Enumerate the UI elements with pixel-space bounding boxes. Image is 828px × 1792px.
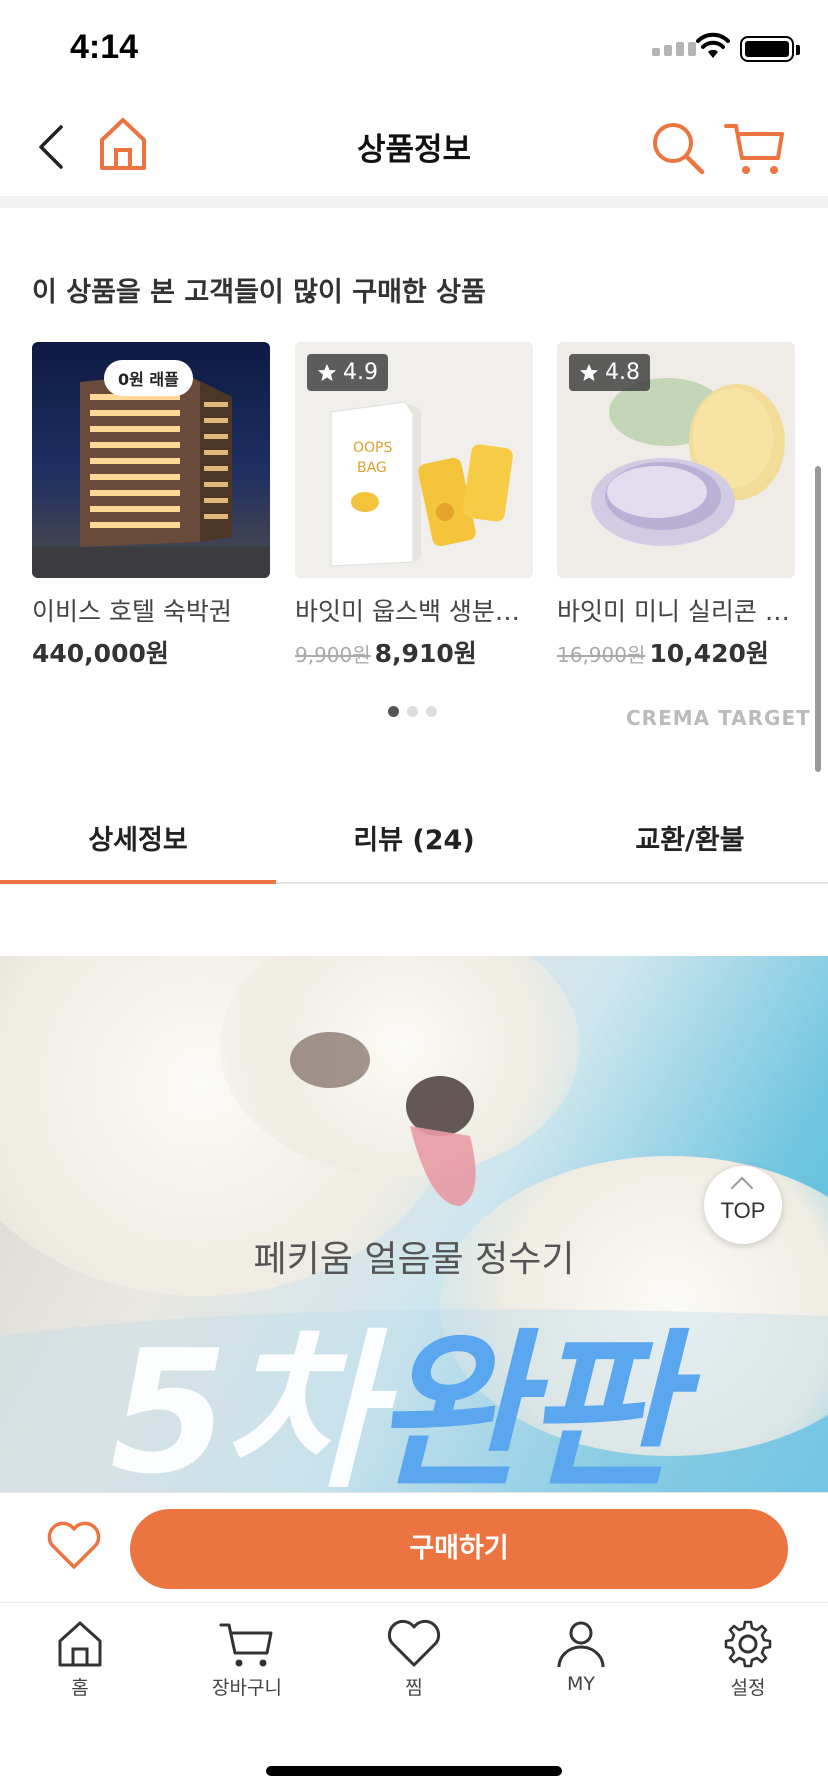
product-image-silicone-bowl[interactable]: 4.8: [557, 342, 795, 578]
star-icon: [580, 363, 598, 381]
scroll-top-label: TOP: [720, 1198, 766, 1223]
page-dot[interactable]: [426, 706, 437, 717]
page-dot[interactable]: [407, 706, 418, 717]
search-icon[interactable]: [650, 120, 706, 176]
price-row: 440,000원: [32, 634, 270, 670]
signal-icon: [652, 42, 696, 56]
detail-tabs: 상세정보 리뷰 (24) 교환/환불: [0, 800, 828, 884]
product-card[interactable]: 4.8 바잇미 미니 실리콘 … 16,900원 10,420원: [557, 342, 795, 670]
tabbar-label: 장바구니: [212, 1677, 282, 1699]
buy-button[interactable]: 구매하기: [130, 1509, 788, 1589]
recommend-heading: 이 상품을 본 고객들이 많이 구매한 상품: [32, 277, 486, 308]
product-price: 440,000원: [32, 639, 169, 668]
tabbar-item-home[interactable]: 홈: [20, 1619, 140, 1700]
home-indicator: [266, 1766, 562, 1776]
scrollbar[interactable]: [815, 466, 821, 772]
rating-value: 4.9: [343, 360, 378, 385]
product-image-poop-bag[interactable]: OOPS BAG 4.9: [295, 342, 533, 578]
tabbar-label: 찜: [405, 1677, 423, 1699]
heart-icon[interactable]: [46, 1519, 102, 1571]
scroll-top-button[interactable]: TOP: [704, 1166, 782, 1244]
product-name[interactable]: 바잇미 웁스백 생분…: [295, 592, 533, 628]
wifi-icon: [696, 32, 730, 58]
tab-detail[interactable]: 상세정보: [0, 800, 276, 884]
rating-badge: 4.9: [307, 354, 388, 391]
battery-icon: [740, 36, 800, 62]
price-row: 9,900원 8,910원: [295, 634, 533, 670]
tab-exchange-refund[interactable]: 교환/환불: [552, 800, 828, 882]
tabbar-item-cart[interactable]: 장바구니: [187, 1619, 307, 1700]
home-icon: [58, 1621, 102, 1667]
bottom-tabbar: 홈 장바구니 찜 MY 설정: [0, 1602, 828, 1792]
chevron-up-icon: [730, 1176, 754, 1200]
tabbar-item-settings[interactable]: 설정: [688, 1619, 808, 1700]
rating-value: 4.8: [605, 360, 640, 385]
raffle-badge: 0원 래플: [104, 360, 193, 396]
price-row: 16,900원 10,420원: [557, 634, 795, 670]
carousel-pagination[interactable]: [388, 706, 437, 717]
svg-text:OOPS: OOPS: [353, 440, 392, 456]
crema-target-logo: CREMA TARGET: [626, 706, 811, 730]
gear-icon: [724, 1620, 772, 1668]
status-bar: 4:14: [0, 0, 828, 96]
product-image-hotel[interactable]: 0원 래플: [32, 342, 270, 578]
tab-review[interactable]: 리뷰 (24): [276, 800, 552, 882]
status-time: 4:14: [70, 28, 139, 66]
banner-headline: 5차완판: [110, 1274, 680, 1492]
tabbar-label: MY: [567, 1673, 595, 1695]
product-name[interactable]: 바잇미 미니 실리콘 …: [557, 592, 795, 628]
tabbar-item-my[interactable]: MY: [521, 1619, 641, 1695]
cart-icon: [219, 1623, 273, 1667]
banner-headline-part1: 5차: [110, 1314, 379, 1492]
product-card[interactable]: 0원 래플 이비스 호텔 숙박권 440,000원: [32, 342, 270, 670]
original-price: 9,900원: [295, 643, 371, 667]
product-name[interactable]: 이비스 호텔 숙박권: [32, 592, 270, 628]
section-divider: [0, 196, 828, 208]
cart-icon[interactable]: [724, 120, 786, 176]
tabbar-label: 홈: [71, 1677, 89, 1699]
product-card[interactable]: OOPS BAG 4.9 바잇미 웁스백 생분… 9,900원 8,910원: [295, 342, 533, 670]
rating-badge: 4.8: [569, 354, 650, 391]
star-icon: [318, 363, 336, 381]
original-price: 16,900원: [557, 643, 646, 667]
heart-icon: [387, 1619, 441, 1667]
page-dot[interactable]: [388, 706, 399, 717]
product-detail-banner: 페키움 얼음물 정수기 5차완판: [0, 956, 828, 1492]
purchase-bar: 구매하기: [0, 1492, 828, 1602]
banner-headline-part2: 완판: [372, 1314, 680, 1492]
person-icon: [557, 1621, 605, 1668]
tabbar-item-wishlist[interactable]: 찜: [354, 1619, 474, 1700]
tabbar-label: 설정: [730, 1677, 766, 1699]
top-nav: 상품정보: [0, 96, 828, 196]
product-price: 8,910원: [374, 639, 477, 668]
product-price: 10,420원: [649, 639, 769, 668]
svg-text:BAG: BAG: [357, 460, 387, 476]
